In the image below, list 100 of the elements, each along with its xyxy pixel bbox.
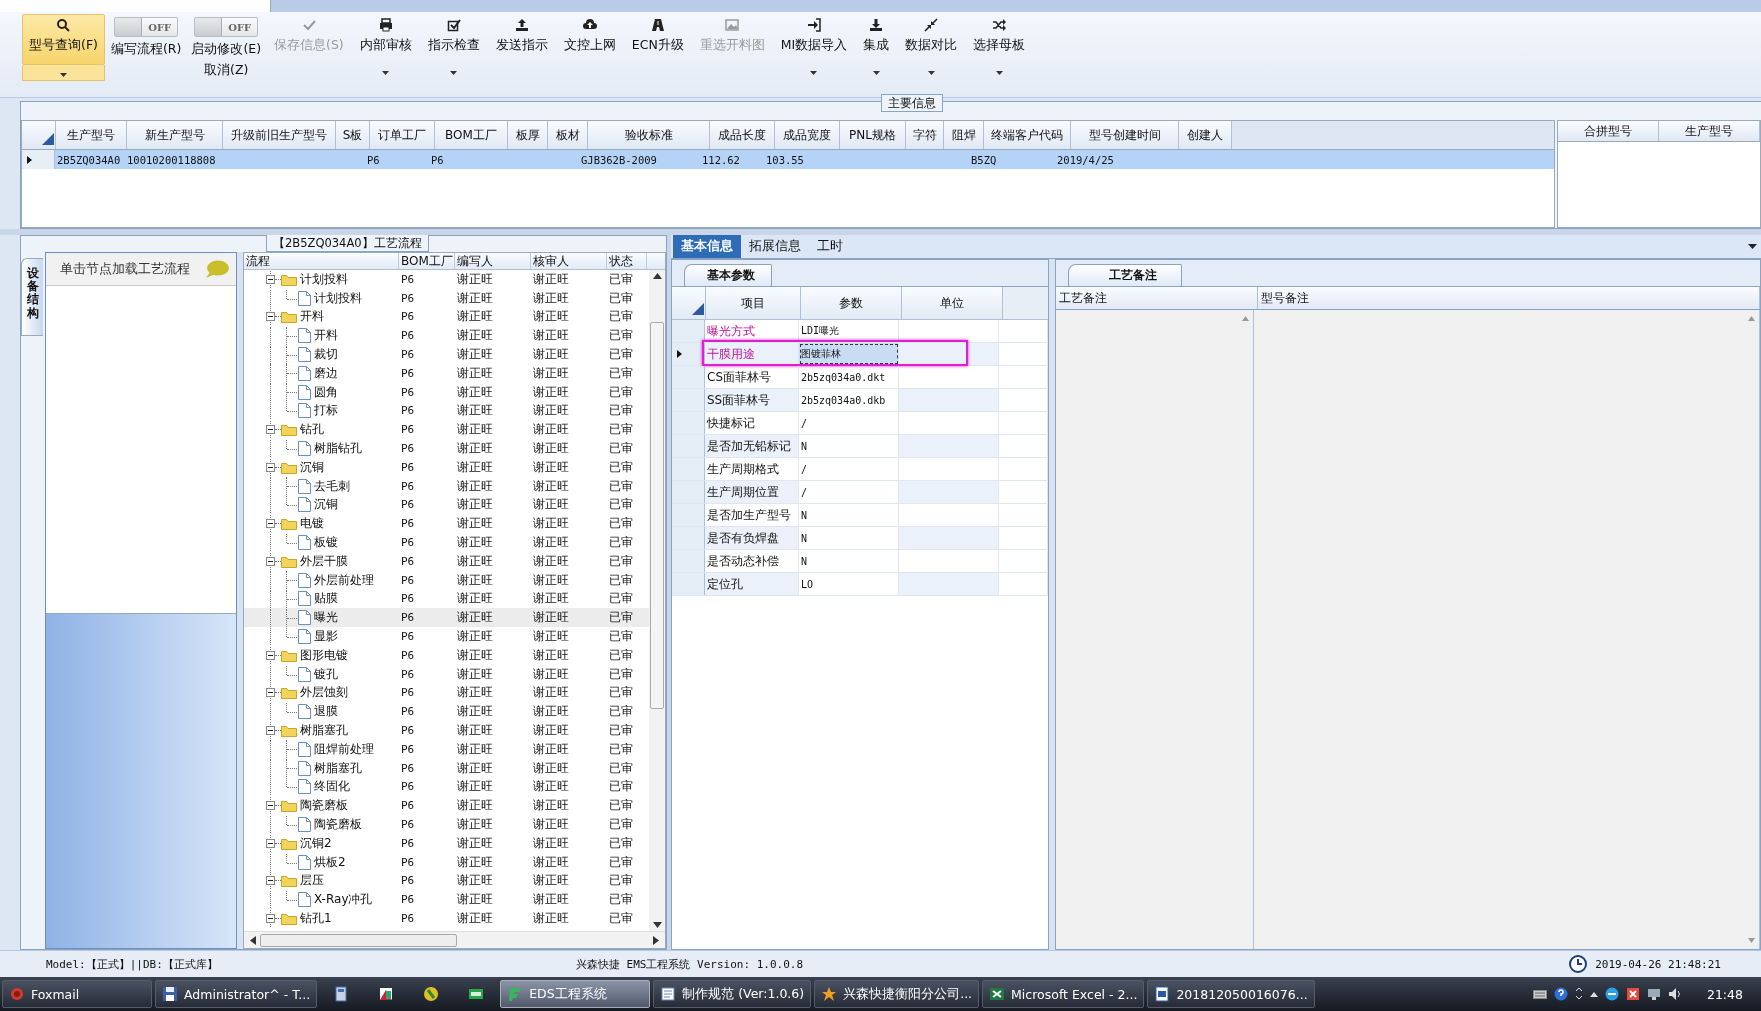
tree-row[interactable]: 阻焊前处理 P6 谢正旺 谢正旺 已审 (244, 739, 649, 759)
taskbar-button[interactable]: Administrator^ - T... (155, 980, 318, 1008)
table-row[interactable]: 生产周期位置 / (672, 481, 1048, 504)
tree-row[interactable]: 陶瓷磨板 P6 谢正旺 谢正旺 已审 (244, 796, 649, 816)
tree-row[interactable]: 贴膜 P6 谢正旺 谢正旺 已审 (244, 589, 649, 609)
tree-row[interactable]: 镀孔 P6 谢正旺 谢正旺 已审 (244, 664, 649, 684)
expand-icon[interactable] (266, 312, 275, 322)
tab[interactable]: 拓展信息 (741, 235, 809, 258)
tree-row[interactable]: 计划投料 P6 谢正旺 谢正旺 已审 (244, 270, 649, 289)
column-header[interactable]: 验收标准 (588, 121, 710, 149)
toolbar-button[interactable]: 文控上网 (556, 14, 623, 57)
expand-icon[interactable] (266, 556, 275, 566)
expand-icon[interactable] (266, 650, 275, 660)
expand-icon[interactable] (266, 801, 275, 811)
tree-row[interactable]: 曝光 P6 谢正旺 谢正旺 已审 (244, 608, 649, 628)
side-tab[interactable]: 设备结构 (21, 258, 43, 336)
tab[interactable]: 基本参数 (684, 264, 772, 286)
column-header[interactable]: 板材 (548, 121, 588, 149)
toolbar-button[interactable]: 内部审核 (352, 14, 419, 57)
table-row[interactable]: 是否加无铅标记 N (672, 435, 1048, 458)
tree-row[interactable]: 钻孔1 P6 谢正旺 谢正旺 已审 (244, 909, 649, 928)
toolbar-button[interactable]: 集成 (856, 14, 897, 57)
taskbar-button[interactable]: 制作规范 (Ver:1.0.6) (653, 980, 812, 1008)
expand-icon[interactable] (266, 876, 275, 886)
expand-icon[interactable] (266, 726, 275, 735)
expand-icon[interactable] (266, 519, 275, 529)
column-header[interactable]: 型号备注 (1258, 287, 1760, 309)
tree-row[interactable]: 磨边 P6 谢正旺 谢正旺 已审 (244, 364, 649, 383)
table-row[interactable]: 是否有负焊盘 N (672, 527, 1048, 550)
taskbar-button[interactable]: EDS工程系统 (500, 980, 651, 1008)
column-header[interactable]: 板厚 (508, 121, 548, 149)
scroll-thumb[interactable] (650, 322, 664, 709)
column-header[interactable]: 合拼型号 (1558, 121, 1659, 141)
column-header[interactable]: 终端客户代码 (984, 121, 1071, 149)
tree-row[interactable]: 外层干膜 P6 谢正旺 谢正旺 已审 (244, 551, 649, 571)
horizontal-scrollbar[interactable] (244, 931, 665, 948)
taskbar-button[interactable]: 201812050016076... (1147, 980, 1315, 1008)
column-header[interactable]: 成品长度 (710, 121, 775, 149)
column-header[interactable]: 新生产型号 (127, 121, 223, 149)
toolbar-button[interactable]: ECN升级 (624, 14, 691, 57)
column-header[interactable]: 参数 (801, 287, 902, 319)
tree-row[interactable]: 树脂钻孔 P6 谢正旺 谢正旺 已审 (244, 439, 649, 458)
toolbar-button[interactable]: 发送指示 (488, 14, 555, 57)
tree-row[interactable]: 沉铜 P6 谢正旺 谢正旺 已审 (244, 457, 649, 477)
tree-row[interactable]: 外层蚀刻 P6 谢正旺 谢正旺 已审 (244, 683, 649, 703)
column-header[interactable]: 编写人 (455, 253, 531, 269)
column-header[interactable]: 订单工厂 (370, 121, 435, 149)
column-header[interactable]: BOM工厂 (399, 253, 455, 269)
toolbar-button[interactable]: MI数据导入 (773, 14, 855, 57)
toggle-switch[interactable]: OFF (114, 17, 179, 37)
column-header[interactable]: 成品宽度 (775, 121, 840, 149)
toolbar-button[interactable]: 数据对比 (898, 14, 965, 57)
expand-icon[interactable] (266, 425, 275, 435)
tree-row[interactable]: 终固化 P6 谢正旺 谢正旺 已审 (244, 777, 649, 797)
tree-row[interactable]: 陶瓷磨板 P6 谢正旺 谢正旺 已审 (244, 815, 649, 834)
expand-icon[interactable] (266, 274, 275, 284)
column-header[interactable]: 阻焊 (944, 121, 984, 149)
toolbar-button[interactable]: 选择母板 (966, 14, 1033, 57)
column-header[interactable]: 核审人 (531, 253, 607, 269)
tree-row[interactable]: 树脂塞孔 P6 谢正旺 谢正旺 已审 (244, 758, 649, 778)
toolbar-button[interactable]: 指示检查 (420, 14, 487, 57)
tree-row[interactable]: 圆角 P6 谢正旺 谢正旺 已审 (244, 382, 649, 402)
toolbar-button[interactable]: 型号查询(F) (22, 14, 105, 65)
column-header[interactable]: 流程 (244, 253, 399, 269)
column-header[interactable]: PNL规格 (840, 121, 906, 149)
tree-row[interactable]: 开料 P6 谢正旺 谢正旺 已审 (244, 307, 649, 327)
tree-row[interactable]: 沉铜2 P6 谢正旺 谢正旺 已审 (244, 833, 649, 853)
expand-icon[interactable] (266, 462, 275, 472)
tab[interactable]: 工艺备注 (1068, 264, 1182, 286)
expand-icon[interactable] (266, 838, 275, 848)
column-header[interactable]: 工艺备注 (1056, 287, 1258, 309)
tree-row[interactable]: 开料 P6 谢正旺 谢正旺 已审 (244, 326, 649, 346)
column-header[interactable]: S板 (336, 121, 370, 149)
tree-row[interactable]: 电镀 P6 谢正旺 谢正旺 已审 (244, 514, 649, 534)
tree-row[interactable]: X-Ray冲孔 P6 谢正旺 谢正旺 已审 (244, 890, 649, 910)
table-row[interactable]: 干膜用途 图镀菲林 (672, 343, 1048, 366)
tree-row[interactable]: 显影 P6 谢正旺 谢正旺 已审 (244, 627, 649, 646)
tree-row[interactable]: 图形电镀 P6 谢正旺 谢正旺 已审 (244, 645, 649, 665)
tree-row[interactable]: 去毛刺 P6 谢正旺 谢正旺 已审 (244, 476, 649, 496)
vertical-scrollbar[interactable] (649, 270, 665, 931)
tab[interactable]: 基本信息 (673, 235, 741, 258)
taskbar-button[interactable]: Microsoft Excel - 2... (982, 980, 1145, 1008)
column-header[interactable]: 项目 (706, 287, 801, 319)
column-header[interactable]: 生产型号 (1659, 121, 1760, 141)
tree-row[interactable]: 沉铜 P6 谢正旺 谢正旺 已审 (244, 495, 649, 515)
column-header[interactable]: BOM工厂 (435, 121, 508, 149)
taskbar-button[interactable]: Foxmail (2, 980, 152, 1008)
column-header[interactable]: 升级前旧生产型号 (223, 121, 336, 149)
tree-row[interactable]: 裁切 P6 谢正旺 谢正旺 已审 (244, 345, 649, 364)
column-header[interactable]: 型号创建时间 (1071, 121, 1179, 149)
expand-icon[interactable] (266, 914, 275, 923)
tree-row[interactable]: 烘板2 P6 谢正旺 谢正旺 已审 (244, 852, 649, 872)
tab[interactable]: 工时 (809, 235, 851, 258)
column-header[interactable]: 状态 (607, 253, 647, 269)
tree-row[interactable]: 打标 P6 谢正旺 谢正旺 已审 (244, 401, 649, 421)
tree-row[interactable]: 钻孔 P6 谢正旺 谢正旺 已审 (244, 420, 649, 440)
column-header[interactable]: 生产型号 (56, 121, 127, 149)
tree-row[interactable]: 退膜 P6 谢正旺 谢正旺 已审 (244, 702, 649, 722)
tree-row[interactable]: 树脂塞孔 P6 谢正旺 谢正旺 已审 (244, 721, 649, 740)
tree-row[interactable]: 层压 P6 谢正旺 谢正旺 已审 (244, 871, 649, 891)
